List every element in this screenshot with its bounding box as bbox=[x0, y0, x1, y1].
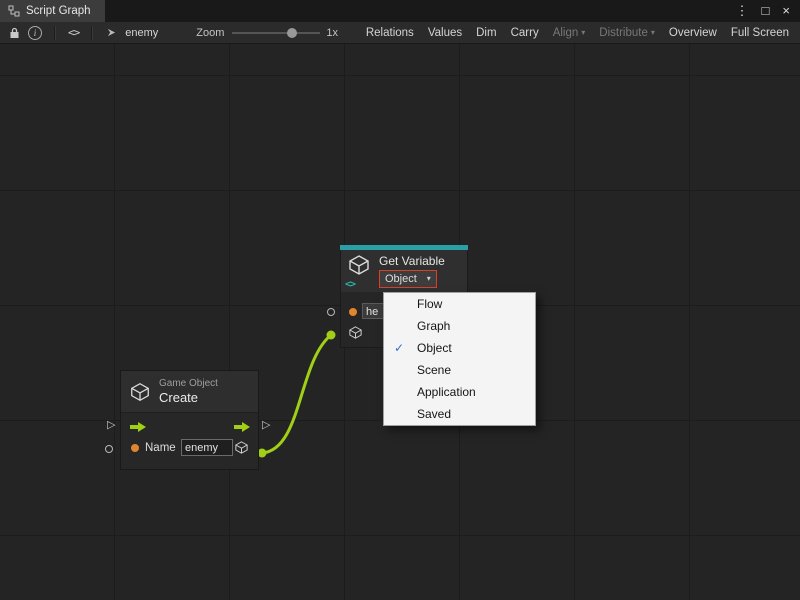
string-port-dot[interactable] bbox=[349, 308, 357, 316]
distribute-label: Distribute bbox=[599, 27, 648, 39]
flow-input-port[interactable]: ▷ bbox=[107, 420, 115, 431]
dim-button[interactable]: Dim bbox=[469, 22, 503, 44]
overview-button[interactable]: Overview bbox=[662, 22, 724, 44]
object-cube-icon bbox=[348, 325, 363, 340]
maximize-button[interactable]: □ bbox=[762, 0, 770, 22]
overview-label: Overview bbox=[669, 27, 717, 39]
menu-item-saved[interactable]: Saved bbox=[384, 403, 535, 425]
name-label: Name bbox=[145, 440, 176, 456]
flow-output-port[interactable]: ▷ bbox=[262, 420, 270, 431]
variable-name-port[interactable] bbox=[327, 308, 335, 316]
scope-dropdown-menu: Flow Graph ✓ Object Scene Application Sa… bbox=[383, 292, 536, 426]
menu-item-object[interactable]: ✓ Object bbox=[384, 337, 535, 359]
relations-label: Relations bbox=[366, 27, 414, 39]
menu-item-label: Graph bbox=[417, 319, 450, 333]
menu-item-label: Scene bbox=[417, 363, 451, 377]
menu-item-graph[interactable]: Graph bbox=[384, 315, 535, 337]
node-create-game-object[interactable]: Game Object Create Name ▷ ▷ bbox=[120, 370, 259, 470]
name-port-dot[interactable] bbox=[131, 444, 139, 452]
zoom-slider-track bbox=[232, 32, 320, 34]
window-titlebar: Script Graph ⋮ □ × bbox=[0, 0, 800, 22]
create-header: Game Object Create bbox=[121, 371, 258, 413]
script-graph-icon bbox=[8, 5, 20, 17]
carry-button[interactable]: Carry bbox=[504, 22, 546, 44]
toolbar-buttons: Relations Values Dim Carry Align ▾ Distr… bbox=[359, 22, 796, 44]
toolbar: i <> enemy Zoom 1x Relations Values Dim … bbox=[0, 22, 800, 44]
values-label: Values bbox=[428, 27, 462, 39]
align-button[interactable]: Align ▾ bbox=[546, 22, 593, 44]
output-cube-icon bbox=[234, 440, 249, 455]
toolbar-separator bbox=[91, 26, 93, 40]
relations-button[interactable]: Relations bbox=[359, 22, 421, 44]
flow-out-arrow-icon[interactable] bbox=[233, 421, 251, 433]
menu-item-scene[interactable]: Scene bbox=[384, 359, 535, 381]
toolbar-separator bbox=[54, 26, 56, 40]
zoom-value: 1x bbox=[326, 27, 338, 39]
variable-scope-value: Object bbox=[385, 273, 417, 285]
full-screen-label: Full Screen bbox=[731, 27, 789, 39]
flow-in-arrow-icon[interactable] bbox=[129, 421, 147, 433]
game-object-cube-icon bbox=[129, 381, 151, 403]
window-controls: ⋮ □ × bbox=[736, 0, 800, 22]
chevron-down-icon: ▾ bbox=[651, 28, 655, 38]
get-variable-title: Get Variable bbox=[379, 254, 445, 269]
zoom-slider-handle[interactable] bbox=[287, 28, 297, 38]
close-button[interactable]: × bbox=[782, 0, 790, 22]
create-category: Game Object bbox=[159, 378, 218, 390]
menu-item-label: Flow bbox=[417, 297, 442, 311]
variable-scope-dropdown[interactable]: Object ▾ bbox=[379, 270, 437, 288]
code-mark-icon: <> bbox=[345, 279, 355, 290]
tab-script-graph[interactable]: Script Graph bbox=[0, 0, 105, 22]
menu-item-label: Application bbox=[417, 385, 476, 399]
full-screen-button[interactable]: Full Screen bbox=[724, 22, 796, 44]
chevron-down-icon: ▾ bbox=[427, 274, 431, 284]
variable-cube-icon: <> bbox=[347, 253, 373, 289]
zoom-label: Zoom bbox=[196, 27, 224, 39]
code-view-icon[interactable]: <> bbox=[64, 26, 83, 39]
create-title: Create bbox=[159, 390, 218, 405]
menu-item-label: Object bbox=[417, 341, 452, 355]
carry-label: Carry bbox=[511, 27, 539, 39]
distribute-button[interactable]: Distribute ▾ bbox=[592, 22, 662, 44]
values-button[interactable]: Values bbox=[421, 22, 469, 44]
menu-item-application[interactable]: Application bbox=[384, 381, 535, 403]
lock-icon[interactable] bbox=[4, 22, 24, 44]
align-label: Align bbox=[553, 27, 579, 39]
dim-label: Dim bbox=[476, 27, 496, 39]
graph-name-label: enemy bbox=[125, 27, 158, 39]
graph-pointer-icon bbox=[101, 22, 121, 44]
chevron-down-icon: ▾ bbox=[581, 28, 585, 38]
check-icon: ✓ bbox=[394, 337, 404, 359]
create-body: Name bbox=[121, 413, 258, 469]
name-input[interactable] bbox=[181, 439, 233, 456]
name-input-port[interactable] bbox=[105, 445, 113, 453]
tab-title: Script Graph bbox=[26, 5, 91, 17]
window-menu-button[interactable]: ⋮ bbox=[736, 0, 749, 22]
info-icon[interactable]: i bbox=[28, 26, 42, 40]
menu-item-flow[interactable]: Flow bbox=[384, 293, 535, 315]
menu-item-label: Saved bbox=[417, 407, 451, 421]
get-variable-header: <> Get Variable Object ▾ bbox=[340, 250, 468, 292]
zoom-slider[interactable] bbox=[232, 22, 320, 44]
